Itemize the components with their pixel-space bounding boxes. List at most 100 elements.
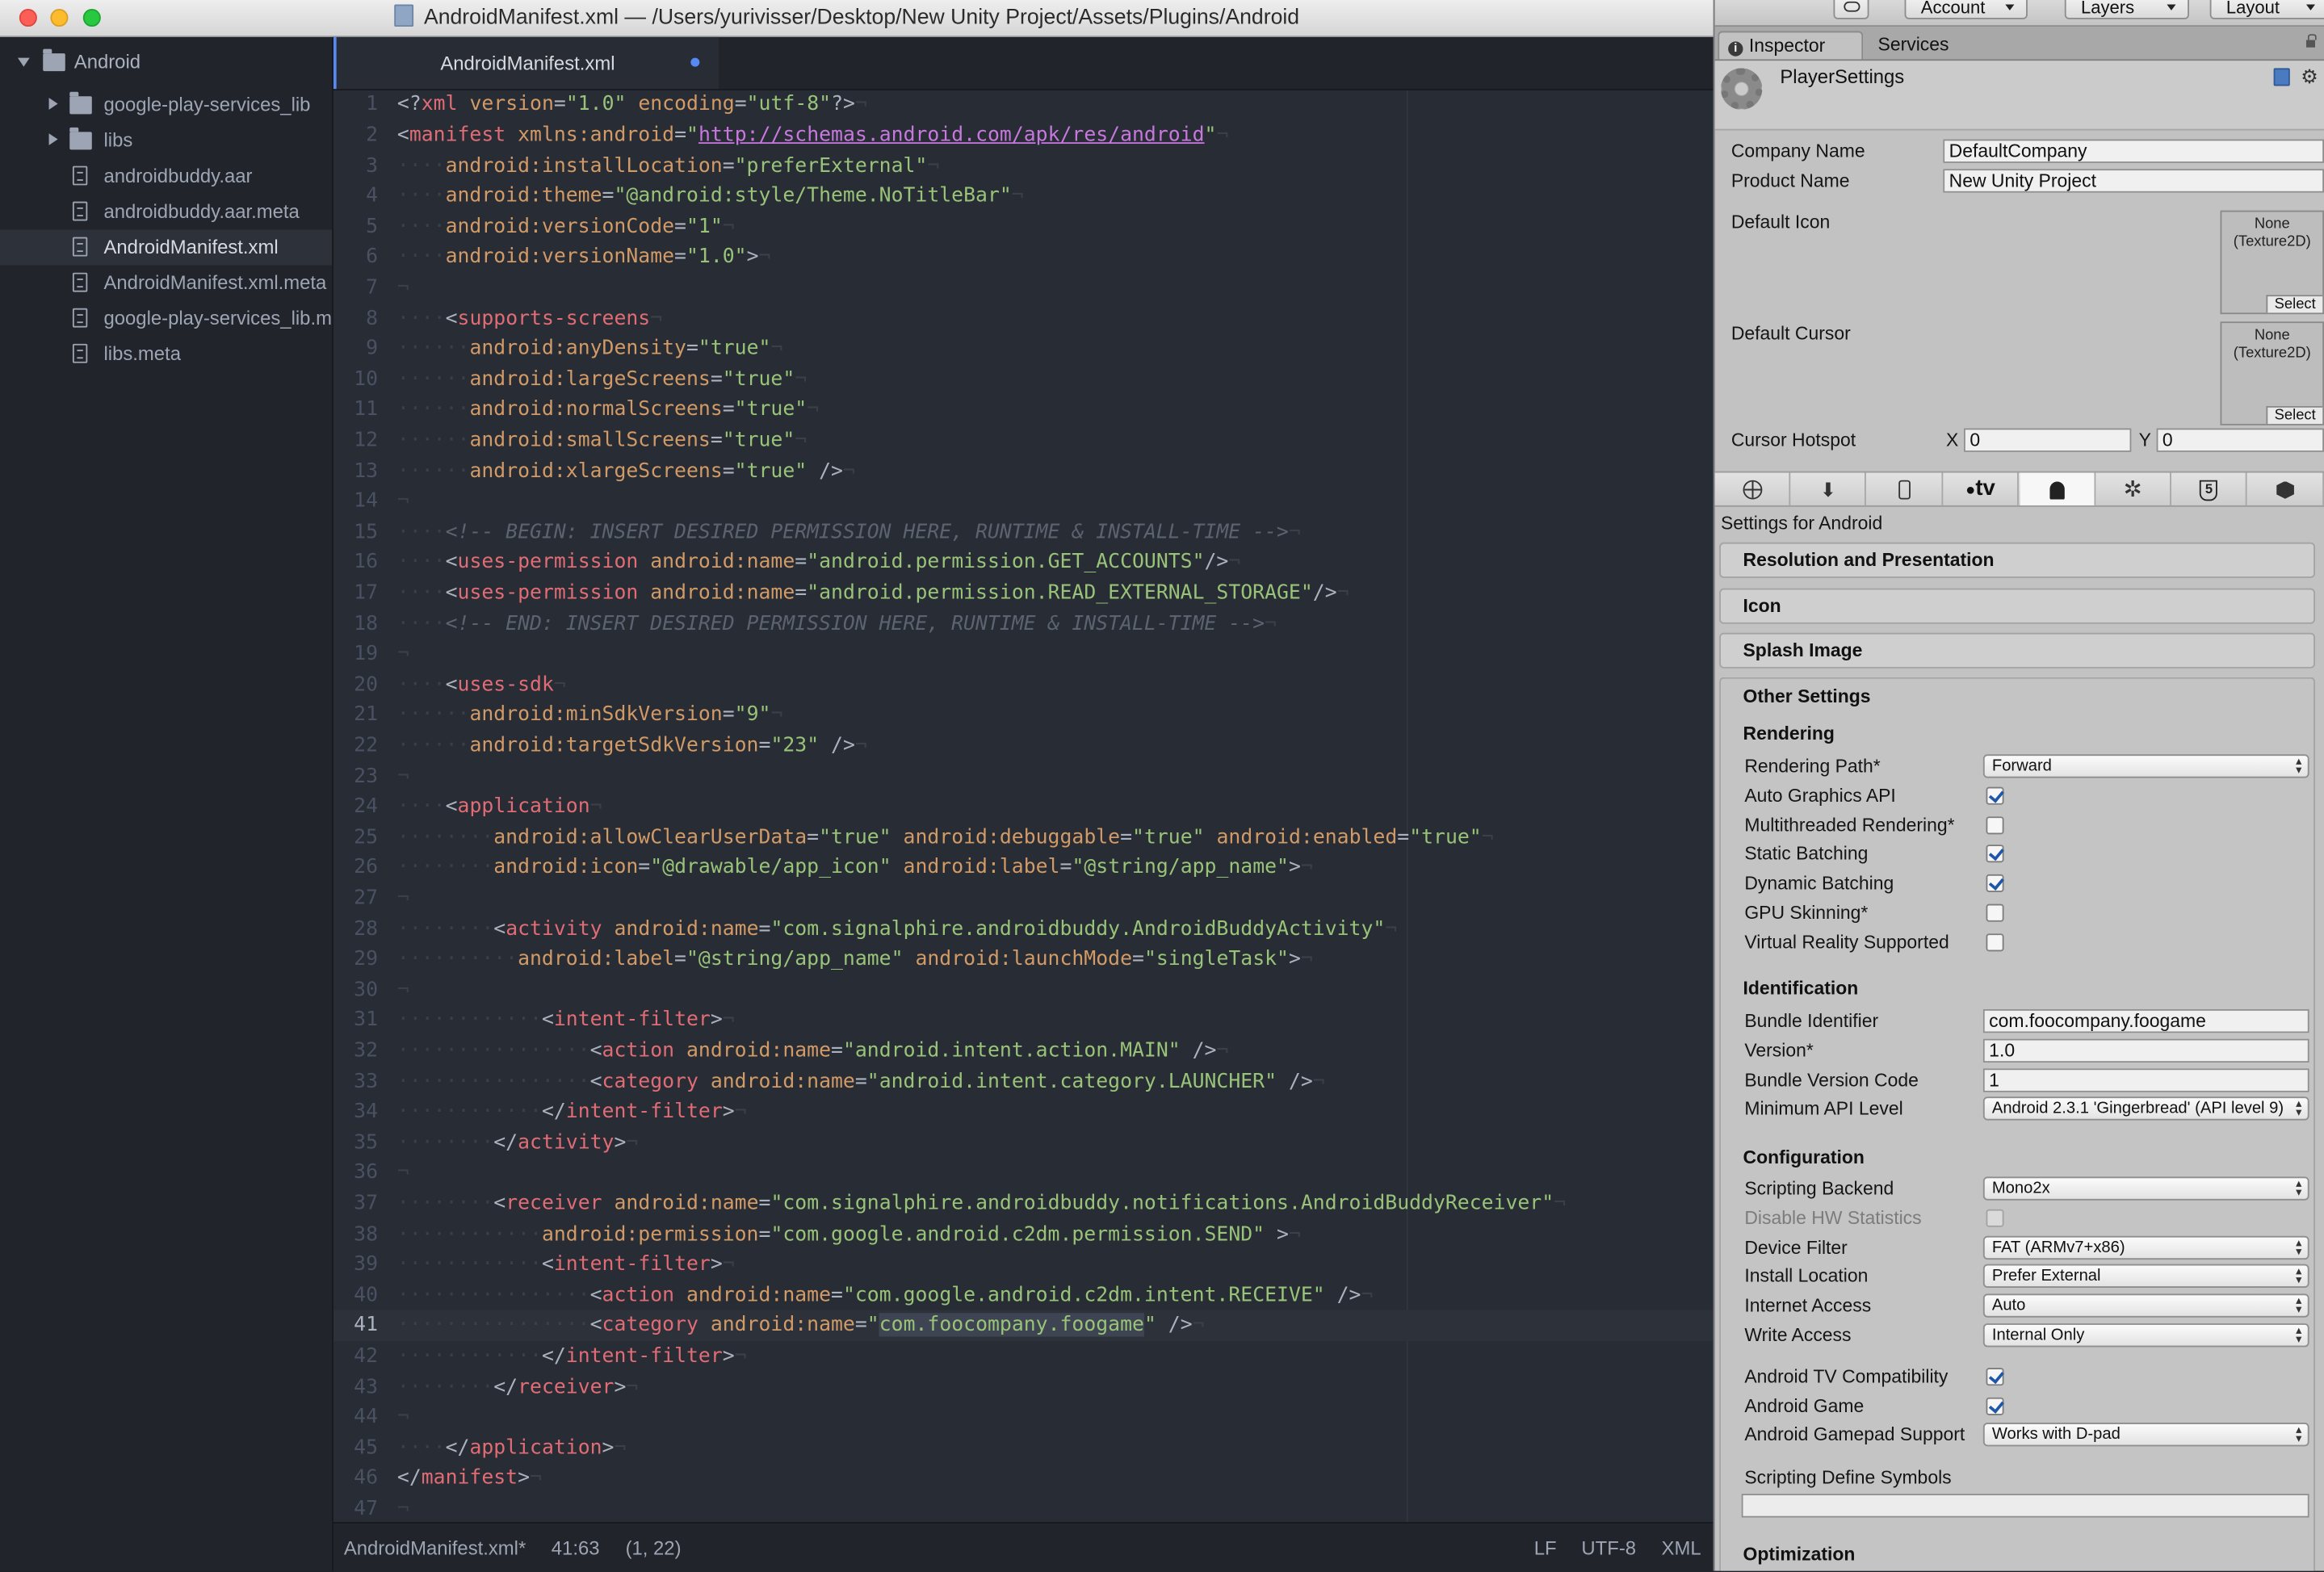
product-name-input[interactable]: New Unity Project <box>1943 169 2324 193</box>
tree-item[interactable]: AndroidManifest.xml.meta <box>0 266 332 301</box>
rendering-option-checkbox[interactable] <box>1986 874 2004 893</box>
tree-item[interactable]: libs <box>0 123 332 158</box>
minimize-window-button[interactable] <box>50 9 69 27</box>
close-window-button[interactable] <box>19 9 37 27</box>
code-line[interactable]: ¬ <box>397 273 409 304</box>
code-line[interactable]: ······android:targetSdkVersion="23" />¬ <box>397 731 867 761</box>
tree-item[interactable]: google-play-services_lib.meta <box>0 301 332 337</box>
code-line[interactable]: ····<!-- END: INSERT DESIRED PERMISSION … <box>397 609 1277 639</box>
account-dropdown[interactable]: Account <box>1904 0 2028 19</box>
platform-tab[interactable] <box>1867 472 1943 505</box>
tree-root-android[interactable]: Android <box>0 44 332 80</box>
other-settings-header[interactable]: Other Settings <box>1743 680 1870 712</box>
status-line-ending[interactable]: LF <box>1534 1524 1557 1572</box>
platform-tab[interactable]: 5 <box>2172 472 2248 505</box>
internet-access-select[interactable]: Auto ▴ ▾ <box>1982 1293 2309 1318</box>
status-file[interactable]: AndroidManifest.xml* <box>344 1524 526 1572</box>
code-line[interactable]: ············<intent-filter>¬ <box>397 1005 735 1036</box>
code-line[interactable]: ····<uses-permission android:name="andro… <box>397 547 1240 578</box>
scripting-backend-select[interactable]: Mono2x ▴ ▾ <box>1982 1176 2309 1201</box>
code-line[interactable]: ········android:icon="@drawable/app_icon… <box>397 853 1313 883</box>
code-line[interactable]: ············<intent-filter>¬ <box>397 1250 735 1281</box>
code-line[interactable]: ¬ <box>397 639 409 669</box>
platform-tab[interactable]: ✲ <box>2095 472 2171 505</box>
code-line[interactable]: ········</receiver>¬ <box>397 1372 638 1402</box>
bundle-identifier-input[interactable]: com.foocompany.foogame <box>1982 1008 2309 1033</box>
bundle-version-code-input[interactable]: 1 <box>1982 1068 2309 1092</box>
android-gamepad-support-select[interactable]: Works with D-pad ▴ ▾ <box>1982 1423 2309 1447</box>
code-line[interactable]: ····android:theme="@android:style/Theme.… <box>397 181 1024 212</box>
scripting-define-symbols-input[interactable] <box>1741 1494 2309 1518</box>
tree-item[interactable]: androidbuddy.aar <box>0 158 332 194</box>
code-line[interactable]: ····</application>¬ <box>397 1433 627 1464</box>
code-line[interactable]: ············</intent-filter>¬ <box>397 1097 747 1128</box>
tree-item[interactable]: google-play-services_lib <box>0 87 332 123</box>
code-line[interactable]: ················<category android:name="… <box>397 1310 1205 1341</box>
tree-item[interactable]: libs.meta <box>0 337 332 372</box>
texture-select-button[interactable]: Select <box>2266 405 2323 424</box>
code-line[interactable]: ············</intent-filter>¬ <box>397 1341 747 1372</box>
code-line[interactable]: ····<application¬ <box>397 791 602 822</box>
cloud-button[interactable] <box>1833 0 1869 19</box>
write-access-select[interactable]: Internal Only ▴ ▾ <box>1982 1323 2309 1348</box>
status-cursor-position[interactable]: 41:63 <box>552 1524 600 1572</box>
code-line[interactable]: ······android:anyDensity="true"¬ <box>397 333 783 364</box>
layout-dropdown[interactable]: Layout <box>2209 0 2324 19</box>
code-line[interactable]: ¬ <box>397 883 409 914</box>
platform-tab[interactable] <box>2248 472 2324 505</box>
section-header[interactable]: Icon <box>1719 587 2315 623</box>
platform-tab[interactable]: ⬇ <box>1791 472 1867 505</box>
code-line[interactable]: ······android:largeScreens="true"¬ <box>397 364 807 395</box>
rendering-option-checkbox[interactable] <box>1986 815 2004 834</box>
code-line[interactable]: ····android:installLocation="preferExter… <box>397 150 939 181</box>
code-line[interactable]: ········<activity android:name="com.sign… <box>397 914 1397 945</box>
code-line[interactable]: <?xml version="1.0" encoding="utf-8"?>¬ <box>397 90 867 120</box>
tree-item[interactable]: androidbuddy.aar.meta <box>0 194 332 229</box>
rendering-path-select[interactable]: Forward ▴ ▾ <box>1982 754 2309 778</box>
code-line[interactable]: ····<uses-permission android:name="andro… <box>397 578 1349 609</box>
code-line[interactable]: ¬ <box>397 1402 409 1433</box>
code-editor[interactable]: 1 <?xml version="1.0" encoding="utf-8"?>¬… <box>333 90 1714 1523</box>
code-line[interactable]: ······android:minSdkVersion="9"¬ <box>397 700 782 731</box>
device-filter-select[interactable]: FAT (ARMv7+x86) ▴ ▾ <box>1982 1235 2309 1260</box>
code-line[interactable]: ··········android:label="@string/app_nam… <box>397 945 1313 975</box>
code-line[interactable]: ······android:xlargeScreens="true" />¬ <box>397 456 855 487</box>
code-line[interactable]: ················<category android:name="… <box>397 1067 1325 1097</box>
tab-services[interactable]: Services <box>1869 31 1988 60</box>
platform-tab[interactable] <box>2019 472 2095 505</box>
code-line[interactable]: ····android:versionName="1.0">¬ <box>397 242 771 273</box>
code-line[interactable]: </manifest>¬ <box>397 1463 542 1494</box>
tab-androidmanifest[interactable]: AndroidManifest.xml <box>333 36 719 90</box>
status-selection-count[interactable]: (1, 22) <box>626 1524 682 1572</box>
platform-tab[interactable]: ●tv <box>1944 472 2020 505</box>
code-line[interactable]: ····<uses-sdk¬ <box>397 669 566 700</box>
minimum-api-level-select[interactable]: Android 2.3.1 'Gingerbread' (API level 9… <box>1982 1096 2309 1121</box>
code-line[interactable]: ¬ <box>397 761 409 792</box>
settings-cog-icon[interactable]: ⚙ <box>2301 67 2318 86</box>
code-line[interactable]: ······android:normalScreens="true"¬ <box>397 395 819 425</box>
rendering-option-checkbox[interactable] <box>1986 786 2004 805</box>
hotspot-x-input[interactable]: 0 <box>1963 428 2132 452</box>
version-input[interactable]: 1.0 <box>1982 1038 2309 1063</box>
chevron-right-icon[interactable] <box>48 133 58 145</box>
zoom-window-button[interactable] <box>82 9 101 27</box>
code-line[interactable]: ¬ <box>397 486 409 517</box>
rendering-option-checkbox[interactable] <box>1986 933 2004 951</box>
layers-dropdown[interactable]: Layers <box>2064 0 2189 19</box>
hotspot-y-input[interactable]: 0 <box>2156 428 2324 452</box>
chevron-right-icon[interactable] <box>48 98 58 110</box>
code-line[interactable]: ····android:versionCode="1"¬ <box>397 212 735 242</box>
platform-tab[interactable] <box>1715 472 1791 505</box>
default-icon-slot[interactable]: None (Texture2D) Select <box>2220 210 2324 315</box>
code-line[interactable]: ········</activity>¬ <box>397 1127 638 1158</box>
code-line[interactable]: ¬ <box>397 975 409 1005</box>
android-game-checkbox[interactable] <box>1986 1397 2004 1415</box>
android-tv-compatibility-checkbox[interactable] <box>1986 1368 2004 1386</box>
company-name-input[interactable]: DefaultCompany <box>1943 139 2324 163</box>
texture-select-button[interactable]: Select <box>2266 295 2323 313</box>
code-line[interactable]: ¬ <box>397 1494 409 1522</box>
status-grammar[interactable]: XML <box>1662 1524 1701 1572</box>
code-line[interactable]: ················<action android:name="co… <box>397 1280 1374 1310</box>
code-line[interactable]: ····<supports-screens¬ <box>397 304 662 334</box>
optimization-header[interactable]: Optimization <box>1743 1538 1855 1570</box>
